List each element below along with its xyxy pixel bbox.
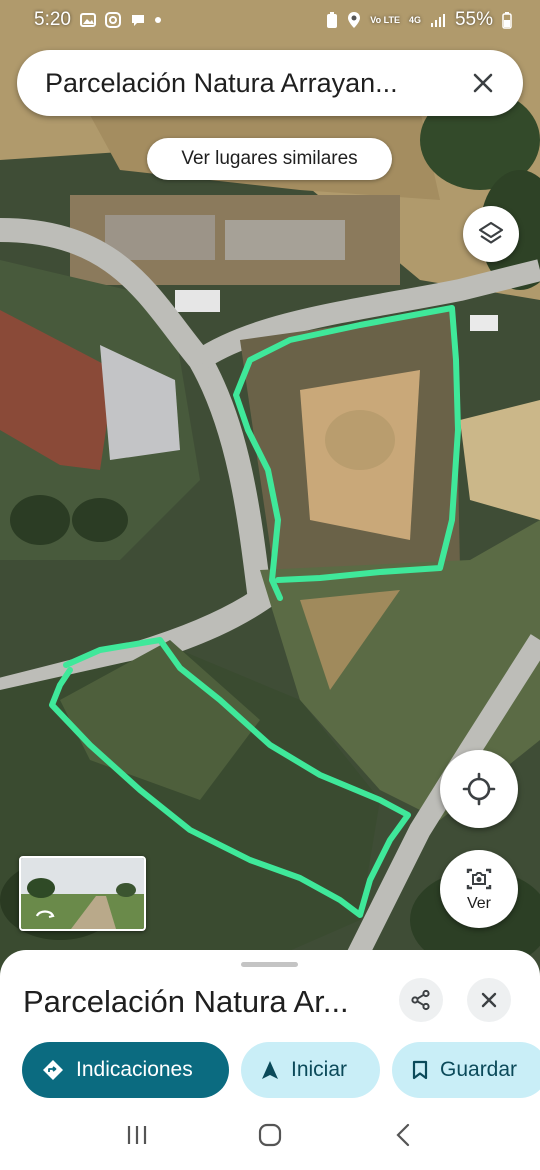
network-generation: 4G: [408, 14, 421, 25]
directions-icon: [43, 1060, 63, 1080]
directions-label: Indicaciones: [76, 1058, 193, 1081]
back-button[interactable]: [383, 1115, 423, 1155]
view-button-label: Ver: [466, 894, 491, 912]
status-time: 5:20: [34, 9, 71, 30]
home-icon: [258, 1123, 282, 1147]
share-button[interactable]: [399, 978, 443, 1022]
home-button[interactable]: [250, 1115, 290, 1155]
start-label: Iniciar: [291, 1058, 348, 1081]
search-title[interactable]: Parcelación Natura Arrayan...: [45, 68, 461, 99]
volte-indicator: Vo LTE: [370, 14, 400, 25]
close-icon: [473, 73, 493, 93]
my-location-button[interactable]: [440, 750, 518, 828]
start-button[interactable]: Iniciar: [241, 1042, 380, 1098]
signal-icon: [430, 13, 446, 27]
crosshair-icon: [462, 772, 496, 806]
battery-percent: 55%: [454, 9, 493, 30]
layers-icon: [478, 221, 504, 244]
save-button[interactable]: Guardar: [392, 1042, 540, 1098]
sheet-close-button[interactable]: [467, 978, 511, 1022]
search-close-button[interactable]: [461, 61, 505, 105]
action-buttons-row: Indicaciones Iniciar Guardar: [22, 1042, 540, 1098]
instagram-icon: [104, 12, 121, 28]
boundary-upper-lot: [233, 305, 461, 601]
camera-icon: [466, 868, 492, 889]
street-view-preview: [21, 858, 144, 929]
search-bar[interactable]: Parcelación Natura Arrayan...: [17, 50, 523, 116]
sheet-drag-handle[interactable]: [241, 962, 298, 967]
back-icon: [396, 1123, 410, 1147]
place-title: Parcelación Natura Ar...: [23, 984, 349, 1019]
battery-icon: [502, 11, 512, 29]
street-view-thumbnail[interactable]: [19, 856, 146, 931]
view-button[interactable]: Ver: [440, 850, 518, 928]
chat-icon: [130, 12, 146, 28]
layers-button[interactable]: [463, 206, 519, 262]
battery-saver-icon: [326, 11, 338, 29]
bookmark-icon: [412, 1060, 428, 1080]
dot-icon: [154, 17, 161, 23]
save-label: Guardar: [440, 1058, 518, 1081]
navigation-arrow-icon: [262, 1061, 278, 1079]
system-navigation-bar: [0, 1100, 540, 1170]
recent-apps-icon: [127, 1126, 146, 1144]
similar-places-chip[interactable]: Ver lugares similares: [147, 138, 392, 180]
gallery-icon: [79, 13, 96, 27]
share-icon: [411, 989, 430, 1011]
recent-apps-button[interactable]: [117, 1115, 157, 1155]
close-icon: [481, 992, 497, 1008]
status-bar: 5:20 Vo LTE 4G 55%: [0, 0, 540, 40]
directions-button[interactable]: Indicaciones: [22, 1042, 229, 1098]
location-icon: [347, 11, 361, 29]
